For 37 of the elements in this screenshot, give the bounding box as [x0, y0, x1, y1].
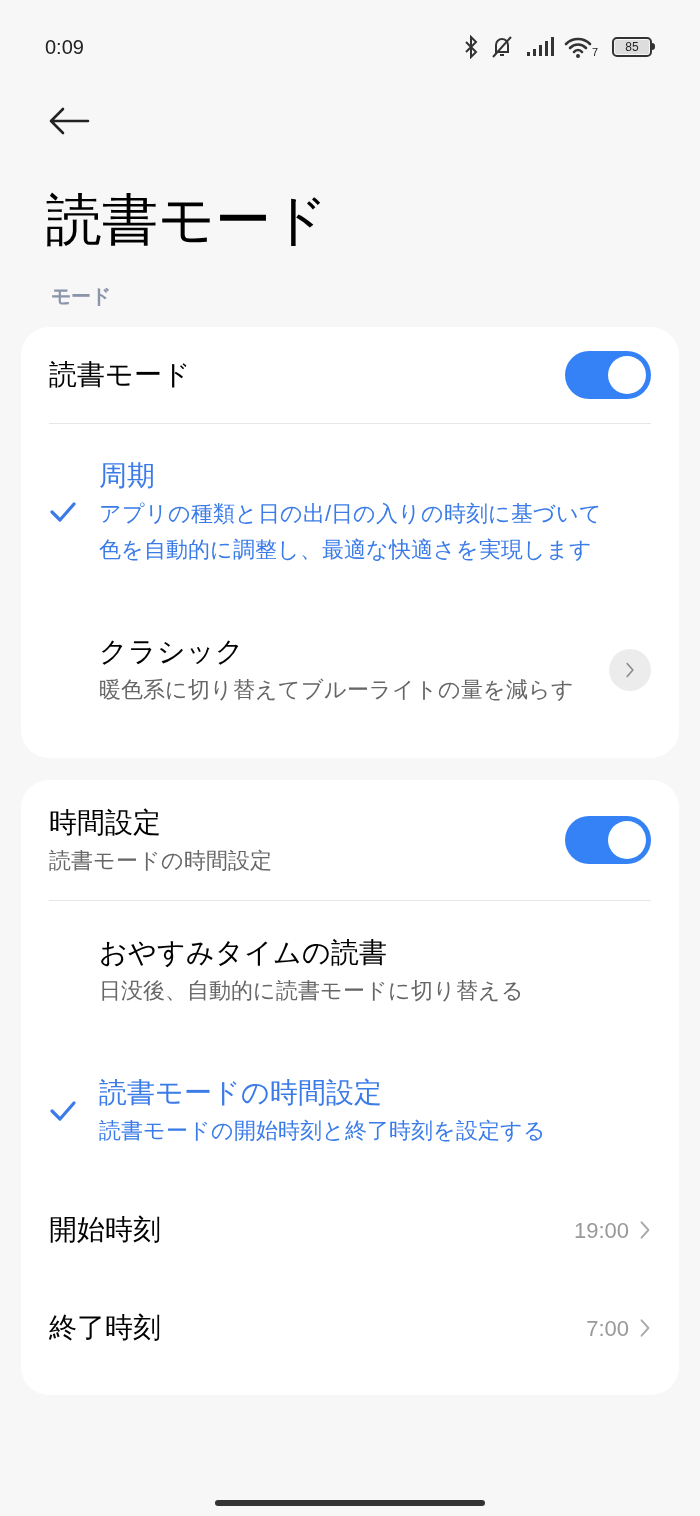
setting-subtitle: 読書モードの時間設定 — [49, 847, 272, 875]
mode-option[interactable]: 周期 アプリの種類と日の出/日の入りの時刻に基づいて色を自動的に調整し、最適な快適さを実現します — [49, 424, 651, 600]
option-description: 読書モードの開始時刻と終了時刻を設定する — [99, 1117, 547, 1145]
toggle-switch[interactable] — [565, 816, 651, 864]
wifi-label: 7 — [591, 46, 598, 58]
chevron-icon — [625, 661, 635, 679]
time-row[interactable]: 終了時刻 7:00 — [49, 1279, 651, 1377]
option-description: アプリの種類と日の出/日の入りの時刻に基づいて色を自動的に調整し、最適な快適さを実現します — [99, 500, 604, 564]
bluetooth-icon — [463, 34, 478, 59]
option-description: 暖色系に切り替えてブルーライトの量を減らす — [99, 676, 575, 704]
status-time: 0:09 — [45, 34, 84, 60]
check-icon — [49, 501, 77, 523]
setting-label: 時間設定 — [49, 806, 162, 840]
option-title: おやすみタイムの読書 — [99, 936, 388, 970]
option-title: 読書モードの時間設定 — [99, 1076, 383, 1110]
page-title: 読書モード — [45, 187, 329, 253]
row-value: 19:00 — [573, 1216, 629, 1245]
row-label: 終了時刻 — [49, 1311, 161, 1345]
option-title: クラシック — [99, 635, 245, 669]
option-description: 日没後、自動的に読書モードに切り替える — [99, 977, 525, 1005]
toggle-switch[interactable] — [565, 351, 651, 399]
setting-label: 読書モード — [49, 358, 191, 392]
battery-indicator: 85 — [612, 36, 655, 57]
row-label: 開始時刻 — [49, 1213, 161, 1247]
time-row[interactable]: 開始時刻 19:00 — [49, 1181, 651, 1279]
chevron-icon — [639, 1219, 651, 1241]
row-value: 7:00 — [586, 1314, 629, 1343]
back-arrow-icon[interactable] — [48, 107, 90, 135]
mode-option[interactable]: おやすみタイムの読書 日没後、自動的に読書モードに切り替える — [49, 901, 651, 1041]
chevron-icon — [639, 1317, 651, 1339]
check-icon — [49, 1100, 77, 1122]
section-label: モード — [50, 284, 112, 309]
signal-icon — [525, 36, 554, 57]
wifi-icon — [563, 35, 592, 58]
mode-option[interactable]: 読書モードの時間設定 読書モードの開始時刻と終了時刻を設定する — [49, 1041, 651, 1181]
option-title: 周期 — [99, 459, 156, 493]
mode-option[interactable]: クラシック 暖色系に切り替えてブルーライトの量を減らす — [49, 600, 651, 740]
